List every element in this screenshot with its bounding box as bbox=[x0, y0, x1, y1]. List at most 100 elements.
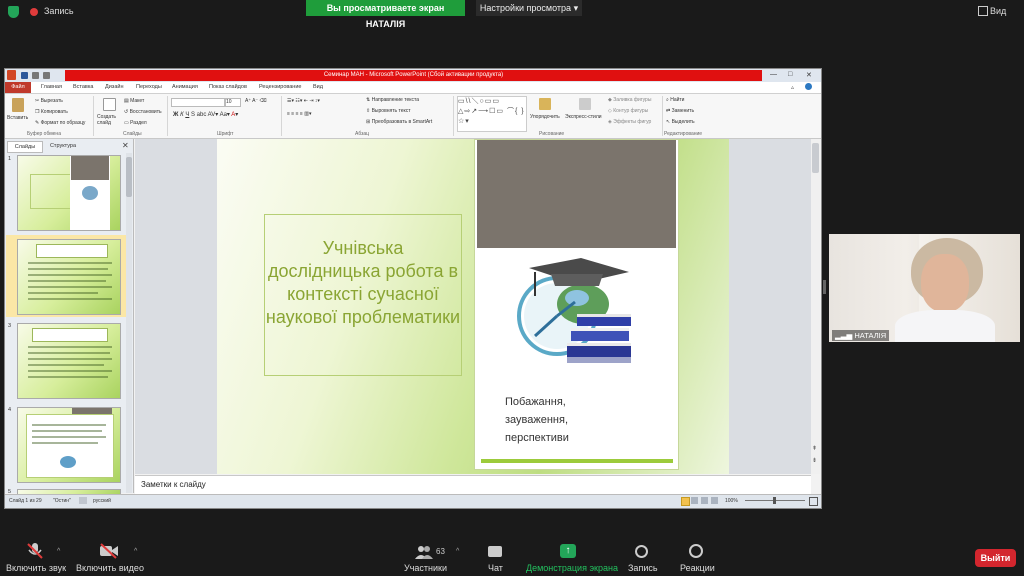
slide-thumbnail[interactable] bbox=[17, 407, 121, 483]
gray-rectangle bbox=[477, 140, 676, 248]
view-settings-button[interactable]: Настройки просмотра ▾ bbox=[476, 0, 582, 16]
shapes-gallery[interactable]: ▭\\＼○▭▭ △⇨↗⟶☐▭ ⌒{ }☆▾ bbox=[457, 96, 527, 132]
muted-microphone-icon[interactable] bbox=[26, 542, 44, 560]
undo-icon[interactable] bbox=[32, 72, 39, 79]
copy-button[interactable]: ❐ Копировать bbox=[35, 109, 68, 115]
view-grid-icon[interactable] bbox=[978, 6, 988, 16]
slideshow-icon[interactable] bbox=[711, 497, 718, 504]
align-text-button[interactable]: ⇳ Выровнять текст bbox=[366, 108, 411, 114]
tab-transitions[interactable]: Переходы bbox=[136, 84, 162, 90]
spellcheck-icon[interactable] bbox=[79, 497, 87, 504]
ribbon-collapse-icon[interactable]: ▵ bbox=[791, 84, 794, 91]
slide-thumbnail[interactable] bbox=[17, 323, 121, 399]
shape-effects-button[interactable]: ◈ Эффекты фигур bbox=[608, 119, 651, 125]
quick-styles-label[interactable]: Экспресс-стили bbox=[565, 114, 602, 120]
chat-icon[interactable] bbox=[488, 546, 502, 557]
text-direction-button[interactable]: ⇅ Направление текста bbox=[366, 97, 419, 103]
reactions-icon[interactable] bbox=[689, 544, 703, 558]
video-off-icon[interactable] bbox=[99, 543, 119, 559]
normal-view-icon[interactable] bbox=[681, 497, 690, 506]
audio-options-caret[interactable]: ^ bbox=[57, 548, 60, 555]
participants-icon[interactable] bbox=[415, 545, 433, 559]
chat-label[interactable]: Чат bbox=[488, 563, 503, 573]
tab-slideshow[interactable]: Показ слайдов bbox=[209, 84, 247, 90]
tab-home[interactable]: Главная bbox=[41, 84, 62, 90]
slide-sorter-icon[interactable] bbox=[691, 497, 698, 504]
notes-pane[interactable]: Заметки к слайду bbox=[135, 475, 811, 494]
record-label[interactable]: Запись bbox=[44, 6, 74, 16]
tab-design[interactable]: Дизайн bbox=[105, 84, 124, 90]
paste-label[interactable]: Вставить bbox=[7, 115, 28, 121]
help-icon[interactable] bbox=[805, 83, 812, 90]
font-style-buttons[interactable]: Ж К Ч S abc AV▾ Aa▾ A▾ bbox=[173, 111, 238, 118]
current-slide[interactable]: Учнівська дослідницька робота в контекст… bbox=[217, 139, 729, 474]
participants-caret[interactable]: ^ bbox=[456, 548, 459, 555]
paste-icon[interactable] bbox=[12, 98, 24, 112]
slide-vertical-scrollbar[interactable]: ⇞ ⇟ bbox=[811, 139, 820, 474]
tab-slides[interactable]: Слайды bbox=[7, 141, 43, 153]
title-placeholder[interactable]: Учнівська дослідницька робота в контекст… bbox=[264, 214, 462, 376]
prev-slide-icon[interactable]: ⇞ bbox=[812, 445, 817, 452]
quick-styles-icon[interactable] bbox=[579, 98, 591, 110]
tab-outline[interactable]: Структура bbox=[43, 141, 83, 151]
maximize-icon[interactable]: □ bbox=[788, 71, 792, 78]
participant-video: ▂▃▅ НАТАЛІЯ bbox=[829, 234, 1020, 342]
participants-label[interactable]: Участники bbox=[404, 563, 447, 573]
tab-review[interactable]: Рецензирование bbox=[259, 84, 301, 90]
next-slide-icon[interactable]: ⇟ bbox=[812, 457, 817, 464]
smartart-button[interactable]: ⊞ Преобразовать в SmartArt bbox=[366, 119, 432, 125]
list-buttons[interactable]: ☰▾ ☷▾ ⇤ ⇥ ↕▾ bbox=[287, 98, 320, 104]
slide-scroll-thumb[interactable] bbox=[812, 143, 819, 173]
redo-icon[interactable] bbox=[43, 72, 50, 79]
record-button-label[interactable]: Запись bbox=[628, 563, 658, 573]
cut-button[interactable]: ✂ Вырезать bbox=[35, 98, 63, 104]
arrange-icon[interactable] bbox=[539, 98, 551, 110]
reading-view-icon[interactable] bbox=[701, 497, 708, 504]
theme-name: "Остин" bbox=[53, 498, 71, 504]
record-icon[interactable] bbox=[635, 545, 648, 558]
section-button[interactable]: ▭ Раздел bbox=[124, 120, 147, 126]
fit-to-window-icon[interactable] bbox=[809, 497, 818, 506]
divider bbox=[453, 96, 454, 136]
close-icon[interactable]: ✕ bbox=[806, 71, 812, 79]
reactions-label[interactable]: Реакции bbox=[680, 563, 715, 573]
new-slide-icon[interactable] bbox=[103, 98, 116, 111]
tab-file[interactable]: Файл bbox=[5, 82, 31, 93]
font-name-field[interactable] bbox=[171, 98, 225, 107]
layout-button[interactable]: ▤ Макет bbox=[124, 98, 144, 104]
video-label[interactable]: Включить видео bbox=[76, 563, 144, 573]
tab-animations[interactable]: Анимация bbox=[172, 84, 198, 90]
shape-outline-button[interactable]: ◇ Контур фигуры bbox=[608, 108, 648, 114]
share-screen-icon[interactable]: ↑ bbox=[560, 544, 576, 558]
minimize-icon[interactable]: — bbox=[770, 71, 777, 78]
view-button[interactable]: Вид bbox=[990, 6, 1006, 16]
shape-fill-button[interactable]: ◆ Заливка фигуры bbox=[608, 97, 651, 103]
new-slide-label[interactable]: Создать слайд bbox=[97, 114, 121, 126]
font-size-field[interactable]: 10 bbox=[225, 98, 241, 107]
video-panel-handle[interactable] bbox=[823, 280, 826, 294]
zoom-slider-thumb[interactable] bbox=[773, 497, 776, 504]
panel-close-icon[interactable]: ✕ bbox=[122, 141, 129, 150]
format-painter-button[interactable]: ✎ Формат по образцу bbox=[35, 120, 85, 126]
slide-thumbnail[interactable] bbox=[17, 155, 121, 231]
tab-view[interactable]: Вид bbox=[313, 84, 323, 90]
mute-label[interactable]: Включить звук bbox=[6, 563, 66, 573]
slide-thumbnail[interactable] bbox=[17, 239, 121, 315]
replace-button[interactable]: ⇄ Заменить bbox=[666, 108, 694, 114]
arrange-label[interactable]: Упорядочить bbox=[530, 114, 560, 120]
video-options-caret[interactable]: ^ bbox=[134, 548, 137, 555]
replace-label: Заменить bbox=[671, 108, 695, 114]
reset-button[interactable]: ↺ Восстановить bbox=[124, 109, 162, 115]
align-buttons[interactable]: ≡ ≡ ≡ ≡ ▥▾ bbox=[287, 111, 311, 117]
font-grow-icon[interactable]: A⁺ A⁻ ⌫ bbox=[245, 98, 267, 104]
thumb-text-line bbox=[28, 274, 112, 276]
find-button[interactable]: ⌕ Найти bbox=[666, 97, 684, 103]
security-shield-icon[interactable] bbox=[8, 6, 19, 18]
leave-button[interactable]: Выйти bbox=[975, 549, 1016, 567]
select-button[interactable]: ↖ Выделить bbox=[666, 119, 695, 125]
panel-scrollbar[interactable] bbox=[126, 153, 132, 493]
save-icon[interactable] bbox=[21, 72, 28, 79]
panel-scroll-thumb[interactable] bbox=[126, 157, 132, 197]
tab-insert[interactable]: Вставка bbox=[73, 84, 93, 90]
share-screen-label[interactable]: Демонстрация экрана bbox=[526, 563, 618, 573]
